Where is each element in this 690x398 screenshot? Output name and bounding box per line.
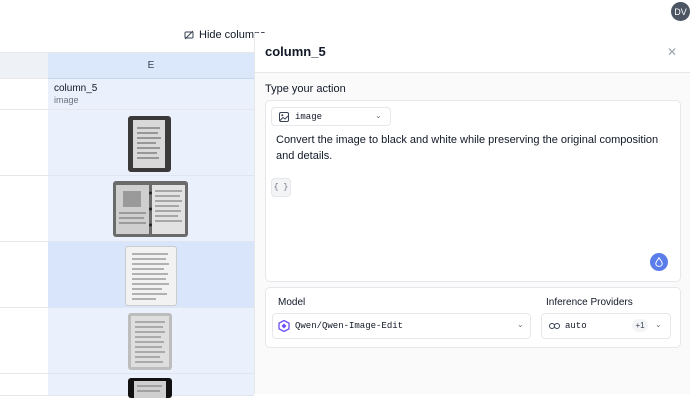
column-type-select[interactable]: image ⌄ xyxy=(271,107,391,126)
run-button[interactable] xyxy=(650,253,668,271)
image-thumbnail[interactable] xyxy=(128,313,172,370)
column-type-value: image xyxy=(295,111,323,122)
letter-page-image xyxy=(132,253,169,300)
inference-providers-label: Inference Providers xyxy=(546,297,633,308)
table-cell[interactable] xyxy=(0,374,49,396)
table-row[interactable] xyxy=(48,374,254,398)
lined-page-image xyxy=(131,316,169,367)
image-thumbnail[interactable] xyxy=(113,181,188,237)
column-config-panel: column_5 ✕ Type your action image ⌄ Conv… xyxy=(254,33,690,394)
provider-count-badge: +1 xyxy=(632,319,648,332)
chevron-down-icon: ⌄ xyxy=(517,321,524,330)
column-type: image xyxy=(54,95,79,105)
avatar-initials: DV xyxy=(674,6,687,17)
column-name-header[interactable]: column_5 image xyxy=(48,79,254,110)
table-row[interactable] xyxy=(48,242,254,308)
qwen-logo-icon xyxy=(278,320,290,332)
model-settings: Model Inference Providers Qwen/Qwen-Imag… xyxy=(265,287,681,348)
avatar[interactable]: DV xyxy=(671,2,690,21)
panel-title: column_5 xyxy=(265,44,326,59)
image-thumbnail[interactable] xyxy=(128,378,172,398)
model-label: Model xyxy=(278,297,306,308)
action-editor: image ⌄ Convert the image to black and w… xyxy=(265,100,681,282)
table-cell[interactable] xyxy=(0,308,49,374)
model-select[interactable]: Qwen/Qwen-Image-Edit ⌄ xyxy=(272,313,531,339)
model-value: Qwen/Qwen-Image-Edit xyxy=(295,321,404,331)
prompt-text[interactable]: Convert the image to black and white whi… xyxy=(276,132,671,164)
action-label: Type your action xyxy=(265,83,346,95)
column-letter: E xyxy=(147,60,155,71)
table-row[interactable] xyxy=(48,110,254,176)
dark-page-image xyxy=(134,381,166,398)
chevron-down-icon: ⌄ xyxy=(655,321,662,330)
data-grid: E column_5 image xyxy=(0,52,254,398)
table-row[interactable] xyxy=(48,308,254,374)
notebook-page-image xyxy=(133,120,165,168)
image-thumbnail[interactable] xyxy=(128,116,171,172)
column-header-e[interactable]: E xyxy=(48,53,254,79)
link-icon xyxy=(549,323,560,329)
table-cell[interactable] xyxy=(0,176,49,242)
variables-button[interactable]: { } xyxy=(271,178,291,197)
provider-value: auto xyxy=(565,321,587,331)
column-name: column_5 xyxy=(54,83,98,94)
table-cell[interactable] xyxy=(0,110,49,176)
braces-icon: { } xyxy=(273,183,289,192)
panel-header: column_5 ✕ xyxy=(255,33,690,73)
image-thumbnail[interactable] xyxy=(125,246,177,306)
chevron-down-icon: ⌄ xyxy=(375,112,382,121)
provider-select[interactable]: auto +1 ⌄ xyxy=(541,313,671,339)
column-header-previous[interactable] xyxy=(0,53,49,79)
close-icon[interactable]: ✕ xyxy=(667,45,677,59)
eye-off-icon xyxy=(184,30,194,40)
binder-image xyxy=(116,185,185,234)
drop-icon xyxy=(655,257,663,267)
table-cell[interactable] xyxy=(0,242,49,308)
header-cell xyxy=(0,79,49,110)
table-row[interactable] xyxy=(48,176,254,242)
image-icon xyxy=(279,111,289,122)
